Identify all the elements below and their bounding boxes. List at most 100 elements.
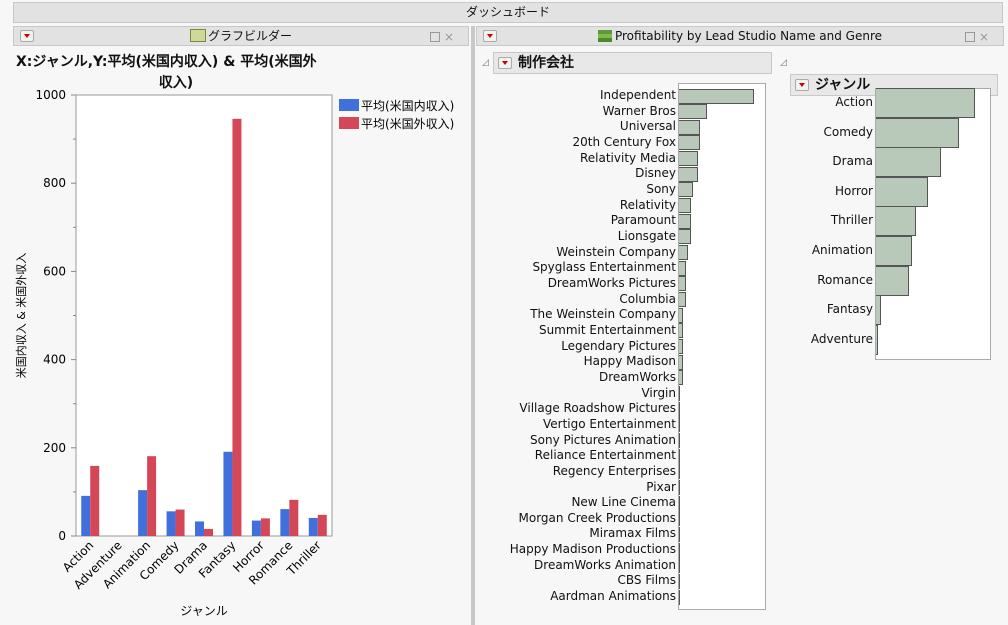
category-label: Relativity <box>619 197 676 212</box>
bar <box>679 323 683 339</box>
bar-foreign <box>260 518 270 536</box>
bar <box>679 307 683 323</box>
y-tick-label: 400 <box>43 353 66 367</box>
disclosure-icon[interactable]: ◿ <box>482 58 489 68</box>
legend-label: 平均(米国外収入) <box>361 117 454 131</box>
bar-foreign <box>147 456 157 536</box>
bar-domestic <box>280 509 290 536</box>
plot-area <box>75 94 333 537</box>
panel-title: グラフビルダー <box>207 29 292 43</box>
bar <box>679 104 707 120</box>
y-tick-label: 800 <box>43 176 66 190</box>
red-triangle-menu-button[interactable] <box>483 30 497 42</box>
section-title: ジャンル <box>815 77 871 93</box>
bar <box>679 119 700 135</box>
category-label: New Line Cinema <box>571 495 676 510</box>
bar <box>679 339 683 355</box>
bar <box>679 276 686 292</box>
y-axis-label: 米国内収入 & 米国外収入 <box>14 253 28 379</box>
bar <box>679 558 680 574</box>
bar <box>679 354 683 370</box>
y-tick-label: 200 <box>43 441 66 455</box>
bar <box>679 229 691 245</box>
legend-swatch <box>339 99 359 111</box>
bar <box>876 324 878 355</box>
maximize-icon[interactable] <box>964 32 975 42</box>
report-title: Profitability by Lead Studio Name and Ge… <box>614 29 883 43</box>
red-triangle-menu-button[interactable] <box>498 57 512 69</box>
bar <box>679 417 680 433</box>
category-label: CBS Films <box>617 573 676 588</box>
category-label: DreamWorks Animation <box>534 557 676 572</box>
bar <box>679 495 680 511</box>
category-label: Sony <box>646 181 676 196</box>
bar <box>679 135 700 151</box>
bar <box>679 542 680 558</box>
category-label: Reliance Entertainment <box>534 448 676 463</box>
category-label: Action <box>835 95 873 109</box>
bar <box>679 182 693 198</box>
category-label: The Weinstein Company <box>530 307 676 322</box>
bar <box>679 433 680 449</box>
category-label: Miramax Films <box>589 526 676 541</box>
category-label: Animation <box>811 243 873 257</box>
category-label: Happy Madison Productions <box>509 542 676 557</box>
bar-domestic <box>251 520 261 536</box>
bar <box>876 117 959 148</box>
bar-foreign <box>204 528 213 536</box>
report-icon <box>597 30 612 42</box>
bar <box>876 147 941 178</box>
bar <box>876 265 909 296</box>
bar <box>876 206 916 237</box>
x-axis-label: ジャンル <box>180 604 227 618</box>
red-triangle-menu-button[interactable] <box>795 79 809 91</box>
category-label: Regency Enterprises <box>552 463 676 478</box>
category-label: Vertigo Entertainment <box>543 416 676 431</box>
category-label: Village Roadshow Pictures <box>519 401 676 416</box>
bar-foreign <box>175 509 185 536</box>
bar <box>876 236 912 266</box>
y-tick-label: 600 <box>43 264 66 278</box>
red-triangle-menu-button[interactable] <box>20 30 34 42</box>
bar <box>679 573 680 589</box>
category-label: Sony Pictures Animation <box>530 432 676 447</box>
studio-section-header: 制作会社 <box>493 52 772 74</box>
category-label: Morgan Creek Productions <box>518 510 676 525</box>
y-tick-label: 0 <box>58 529 66 543</box>
report-header: Profitability by Lead Studio Name and Ge… <box>476 26 1004 46</box>
bar-domestic <box>138 490 148 536</box>
bar-foreign <box>317 514 327 536</box>
close-icon[interactable]: × <box>444 30 460 44</box>
bar <box>679 88 754 104</box>
close-icon[interactable]: × <box>979 30 995 44</box>
maximize-icon[interactable] <box>429 32 440 42</box>
category-label: Independent <box>599 88 676 102</box>
y-tick-label: 1000 <box>35 88 66 102</box>
bar-domestic <box>195 521 204 536</box>
bar <box>679 260 686 276</box>
category-label: Horror <box>834 183 873 198</box>
category-label: Universal <box>619 119 676 134</box>
splitter[interactable] <box>471 26 475 625</box>
bar <box>679 213 691 229</box>
bar-chart: 02004006008001000ActionAdventureAnimatio… <box>14 88 454 618</box>
section-title: 制作会社 <box>518 55 574 71</box>
legend-swatch <box>339 117 359 129</box>
category-label: Virgin <box>641 385 676 400</box>
bar-domestic <box>223 451 233 536</box>
category-label: Comedy <box>823 124 873 139</box>
category-label: Aardman Animations <box>550 589 676 604</box>
category-label: Paramount <box>610 213 676 228</box>
bar-domestic <box>308 517 318 536</box>
bar <box>679 480 680 495</box>
legend-label: 平均(米国内収入) <box>361 99 454 113</box>
bar <box>679 166 698 182</box>
category-label: Summit Entertainment <box>538 322 676 337</box>
category-label: Relativity Media <box>579 150 676 165</box>
disclosure-icon[interactable]: ◿ <box>780 58 787 68</box>
bar <box>679 511 680 527</box>
dashboard-header: ダッシュボード <box>13 2 1003 23</box>
bar <box>679 245 688 261</box>
category-label: 20th Century Fox <box>572 134 676 149</box>
bar-foreign <box>289 499 299 536</box>
